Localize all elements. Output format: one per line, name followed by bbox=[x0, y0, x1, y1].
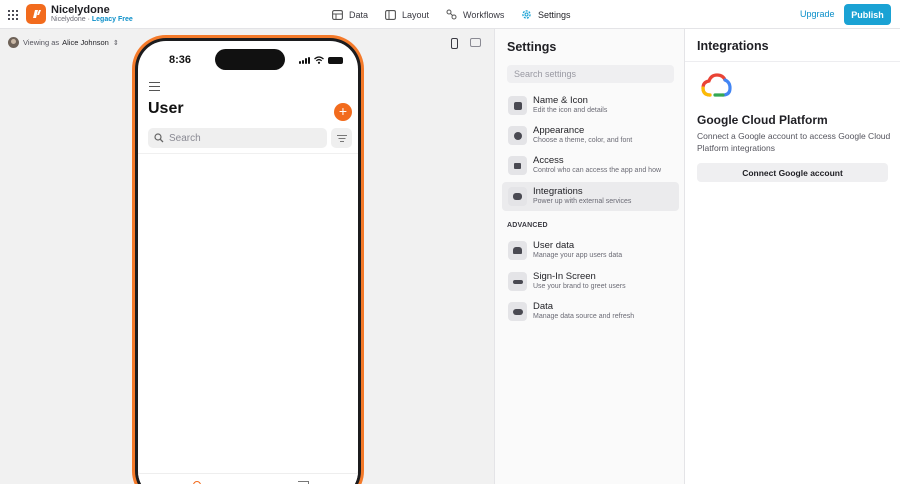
provider-name: Google Cloud Platform bbox=[697, 113, 828, 127]
tab-settings[interactable]: Settings bbox=[521, 0, 571, 29]
table-icon bbox=[332, 9, 343, 20]
filter-button[interactable] bbox=[331, 128, 352, 148]
settings-item-integrations[interactable]: Integrations Power up with external serv… bbox=[502, 182, 679, 211]
status-time: 8:36 bbox=[169, 54, 192, 66]
settings-item-user-data[interactable]: User data Manage your app users data bbox=[502, 236, 679, 265]
tab-layout-label: Layout bbox=[402, 9, 430, 20]
advanced-section-label: ADVANCED bbox=[507, 222, 548, 229]
phone-tab-bar bbox=[138, 473, 358, 484]
wifi-icon bbox=[314, 56, 324, 64]
top-bar: Nicelydone Nicelydone · Legacy Free Data… bbox=[0, 0, 900, 29]
settings-item-desc: Manage data source and refresh bbox=[533, 313, 635, 320]
workflow-icon bbox=[446, 9, 457, 20]
app-logo[interactable] bbox=[26, 4, 46, 24]
tab-workflows[interactable]: Workflows bbox=[446, 0, 504, 29]
integrations-header: Integrations bbox=[685, 29, 900, 62]
add-button[interactable]: + bbox=[334, 103, 352, 121]
settings-item-title: Appearance bbox=[533, 125, 585, 136]
settings-item-appearance[interactable]: Appearance Choose a theme, color, and fo… bbox=[502, 121, 679, 150]
avatar bbox=[8, 37, 19, 48]
preview-canvas: Viewing as Alice Johnson ⇕ 8:36 User + S… bbox=[0, 29, 494, 484]
phone-preview-icon[interactable] bbox=[451, 38, 458, 49]
settings-item-title: Integrations bbox=[533, 186, 583, 197]
tablet-preview-icon[interactable] bbox=[470, 38, 481, 47]
connect-google-account-button[interactable]: Connect Google account bbox=[697, 163, 888, 182]
dynamic-island bbox=[215, 49, 285, 70]
layout-icon bbox=[385, 9, 396, 20]
cloud-icon bbox=[508, 302, 527, 321]
settings-item-title: Name & Icon bbox=[533, 95, 588, 106]
integrations-panel: Integrations Google Cloud Platform Conne… bbox=[685, 29, 900, 484]
org-name: Nicelydone bbox=[51, 16, 86, 23]
settings-item-desc: Use your brand to greet users bbox=[533, 283, 626, 290]
settings-item-desc: Control who can access the app and how bbox=[533, 167, 662, 174]
google-cloud-logo-icon bbox=[701, 73, 732, 97]
settings-search-placeholder: Search settings bbox=[514, 69, 577, 79]
viewing-as-selector[interactable]: Viewing as Alice Johnson ⇕ bbox=[8, 37, 119, 48]
divider bbox=[138, 153, 358, 154]
separator: · bbox=[87, 16, 90, 23]
settings-item-title: Data bbox=[533, 301, 554, 312]
settings-item-data[interactable]: Data Manage data source and refresh bbox=[502, 297, 679, 326]
tab-data[interactable]: Data bbox=[332, 0, 368, 29]
battery-icon bbox=[328, 57, 343, 64]
settings-item-name-icon[interactable]: Name & Icon Edit the icon and details bbox=[502, 91, 679, 120]
gear-icon bbox=[522, 10, 531, 19]
settings-item-desc: Manage your app users data bbox=[533, 252, 623, 259]
chevron-updown-icon: ⇕ bbox=[112, 39, 119, 47]
integrations-icon bbox=[508, 187, 527, 206]
tab-layout[interactable]: Layout bbox=[385, 0, 429, 29]
settings-item-access[interactable]: Access Control who can access the app an… bbox=[502, 151, 679, 180]
phone-frame: 8:36 User + Search bbox=[132, 35, 364, 484]
tab-settings-label: Settings bbox=[538, 9, 571, 20]
viewing-as-label: Viewing as bbox=[23, 38, 60, 47]
settings-title: Settings bbox=[507, 40, 557, 54]
phone-bezel: 8:36 User + Search bbox=[135, 38, 361, 484]
viewing-as-user: Alice Johnson bbox=[62, 38, 109, 47]
screen-title: User bbox=[148, 100, 184, 117]
settings-item-desc: Power up with external services bbox=[533, 198, 632, 205]
provider-description: Connect a Google account to access Googl… bbox=[697, 131, 891, 153]
settings-item-title: Access bbox=[533, 155, 564, 166]
settings-search-input[interactable]: Search settings bbox=[507, 65, 674, 83]
app-icon bbox=[508, 96, 527, 115]
palette-icon bbox=[508, 126, 527, 145]
menu-icon[interactable] bbox=[149, 82, 160, 93]
publish-button[interactable]: Publish bbox=[844, 4, 891, 25]
plan-badge[interactable]: Legacy Free bbox=[92, 16, 133, 23]
tab-data-label: Data bbox=[349, 9, 369, 20]
app-subtitle: Nicelydone · Legacy Free bbox=[51, 16, 133, 23]
tab-workflows-label: Workflows bbox=[463, 9, 505, 20]
settings-item-desc: Choose a theme, color, and font bbox=[533, 137, 633, 144]
search-icon bbox=[154, 133, 164, 143]
users-icon bbox=[508, 241, 527, 260]
settings-item-title: User data bbox=[533, 240, 575, 251]
search-placeholder: Search bbox=[169, 132, 201, 144]
settings-item-title: Sign-In Screen bbox=[533, 271, 596, 282]
settings-panel: Settings Search settings Name & Icon Edi… bbox=[494, 29, 685, 484]
signal-icon bbox=[299, 57, 310, 64]
apps-grid-icon[interactable] bbox=[8, 10, 18, 20]
search-input[interactable]: Search bbox=[148, 128, 327, 148]
app-name[interactable]: Nicelydone bbox=[51, 4, 110, 16]
status-icons bbox=[299, 56, 343, 64]
lock-icon bbox=[508, 156, 527, 175]
key-icon bbox=[508, 272, 527, 291]
integrations-title: Integrations bbox=[697, 39, 769, 53]
upgrade-link[interactable]: Upgrade bbox=[800, 9, 835, 19]
settings-item-sign-in[interactable]: Sign-In Screen Use your brand to greet u… bbox=[502, 267, 679, 296]
phone-screen: 8:36 User + Search bbox=[138, 41, 358, 484]
settings-item-desc: Edit the icon and details bbox=[533, 107, 608, 114]
